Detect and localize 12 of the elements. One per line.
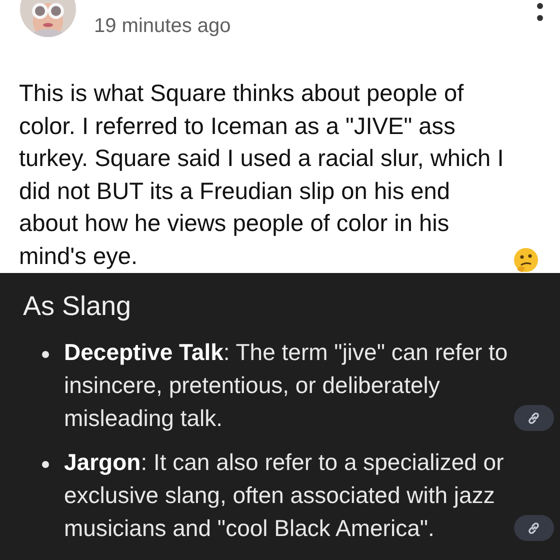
link-icon xyxy=(527,521,541,535)
section-heading: As Slang xyxy=(23,291,132,322)
source-link-button[interactable] xyxy=(514,405,554,431)
definition-text: Jargon: It can also refer to a specialized or exclusive slang, often associated with jazz musicians and "cool Black America". xyxy=(64,448,505,543)
timestamp: 19 minutes ago xyxy=(94,15,232,38)
bullet-dot xyxy=(42,351,49,358)
definition-text: Deceptive Talk: The term "jive" can refer to insincere, pretentious, or deliberately misleading talk. xyxy=(64,338,509,433)
bullet-dot xyxy=(42,461,49,468)
post-text: This is what Square thinks about people of color. I referred to Iceman as a "JIVE" ass turkey. Square said I used a racial slur, which I did not BUT its a Freudian slip on his end about how he views people of color in his mind's eye. xyxy=(19,80,505,272)
link-icon xyxy=(527,411,541,425)
thinking-emoji-icon xyxy=(513,247,539,273)
source-link-button[interactable] xyxy=(514,515,554,541)
